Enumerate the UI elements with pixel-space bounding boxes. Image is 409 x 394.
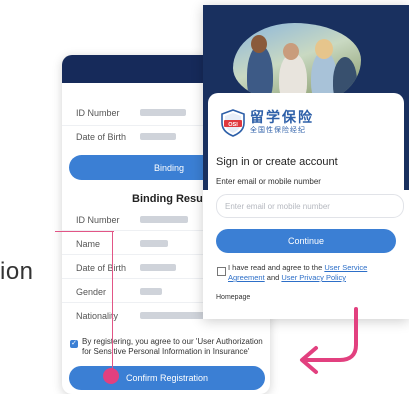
user-privacy-policy-link[interactable]: User Privacy Policy [281, 273, 346, 282]
signin-panel: OSI 留学保险 全国性保险经纪 Sign in or create accou… [208, 93, 404, 319]
id-number-value-blurred [140, 109, 186, 116]
brand-subtitle: 全国性保险经纪 [250, 127, 306, 134]
annotation-partial-word: ion [0, 258, 34, 285]
id-number-label: ID Number [76, 108, 120, 118]
homepage-link[interactable]: Homepage [216, 294, 250, 301]
confirm-registration-button[interactable]: Confirm Registration [69, 366, 265, 390]
email-label: Enter email or mobile number [216, 177, 321, 186]
annotation-line-vertical [112, 231, 113, 377]
consent-checkbox[interactable]: ✓ [70, 340, 78, 348]
result-gender-label: Gender [76, 287, 107, 297]
brand-name: 留学保险 [250, 109, 314, 125]
result-dob-value-blurred [140, 264, 176, 271]
binding-result-title: Binding Result [132, 193, 210, 205]
result-id-value-blurred [140, 216, 188, 223]
result-dob-label: Date of Birth [76, 263, 127, 273]
continue-button[interactable]: Continue [216, 229, 396, 253]
signin-title: Sign in or create account [216, 156, 338, 168]
annotation-line-horizontal [55, 231, 114, 232]
email-input[interactable] [216, 194, 404, 218]
result-nationality-value-blurred [140, 312, 210, 319]
agree-checkbox[interactable] [217, 267, 226, 276]
result-id-number-label: ID Number [76, 215, 120, 225]
agree-mid: and [266, 273, 280, 282]
annotation-arrow-icon [300, 307, 358, 374]
consent-text: By registering, you agree to our 'User A… [82, 337, 263, 356]
dob-value-blurred [140, 133, 176, 140]
dob-label: Date of Birth [76, 132, 127, 142]
svg-text:OSI: OSI [228, 122, 238, 128]
agree-text: I have read and agree to the User Servic… [228, 263, 404, 283]
signin-screen: OSI 留学保险 全国性保险经纪 Sign in or create accou… [203, 5, 409, 319]
result-name-value-blurred [140, 240, 168, 247]
result-gender-value-blurred [140, 288, 162, 295]
annotation-dot [103, 368, 119, 384]
result-name-label: Name [76, 239, 101, 249]
agree-prefix: I have read and agree to the [228, 263, 323, 272]
osi-shield-logo-icon: OSI [221, 109, 245, 137]
